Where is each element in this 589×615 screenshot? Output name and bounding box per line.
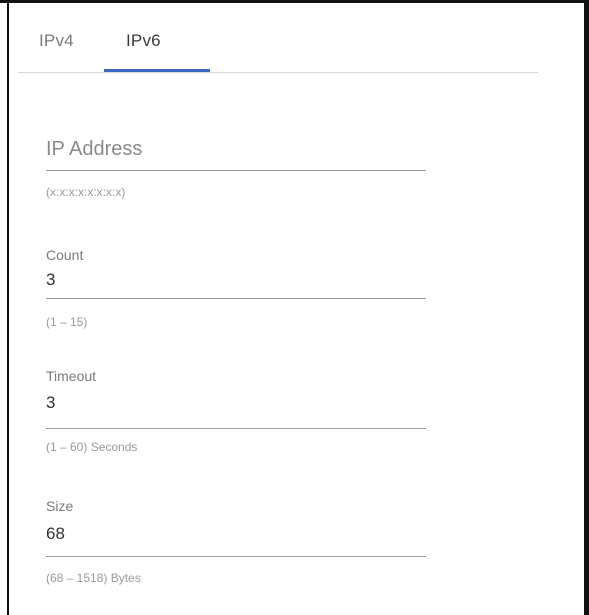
frame-border-left [7, 0, 9, 615]
count-underline [46, 298, 426, 299]
frame-border-top [0, 0, 589, 3]
ping-settings-panel: IPv4 IPv6 IP Address (x:x:x:x:x:x:x:x) C… [0, 0, 589, 615]
size-input[interactable]: 68 [46, 524, 65, 544]
timeout-field[interactable]: Timeout 3 (1 – 60) Seconds [46, 366, 426, 466]
timeout-input[interactable]: 3 [46, 393, 55, 413]
count-input[interactable]: 3 [46, 270, 55, 290]
ip-address-field[interactable]: IP Address (x:x:x:x:x:x:x:x) [46, 130, 426, 210]
tab-ipv6[interactable]: IPv6 [126, 31, 161, 51]
size-field[interactable]: Size 68 (68 – 1518) Bytes [46, 493, 426, 593]
ip-version-tabs: IPv4 IPv6 [18, 14, 538, 73]
timeout-label: Timeout [46, 368, 97, 384]
ip-address-placeholder: IP Address [46, 138, 143, 160]
count-label: Count [46, 247, 84, 263]
ip-address-underline [46, 170, 426, 171]
size-label: Size [46, 498, 74, 514]
size-underline [46, 556, 426, 557]
count-hint: (1 – 15) [46, 315, 88, 329]
size-hint: (68 – 1518) Bytes [46, 571, 141, 585]
frame-border-right [584, 0, 589, 615]
active-tab-indicator [104, 69, 210, 72]
tab-ipv4[interactable]: IPv4 [39, 31, 74, 51]
count-field[interactable]: Count 3 (1 – 15) [46, 238, 426, 338]
timeout-underline [46, 428, 426, 429]
ip-address-hint: (x:x:x:x:x:x:x:x) [46, 185, 126, 199]
timeout-hint: (1 – 60) Seconds [46, 440, 138, 454]
